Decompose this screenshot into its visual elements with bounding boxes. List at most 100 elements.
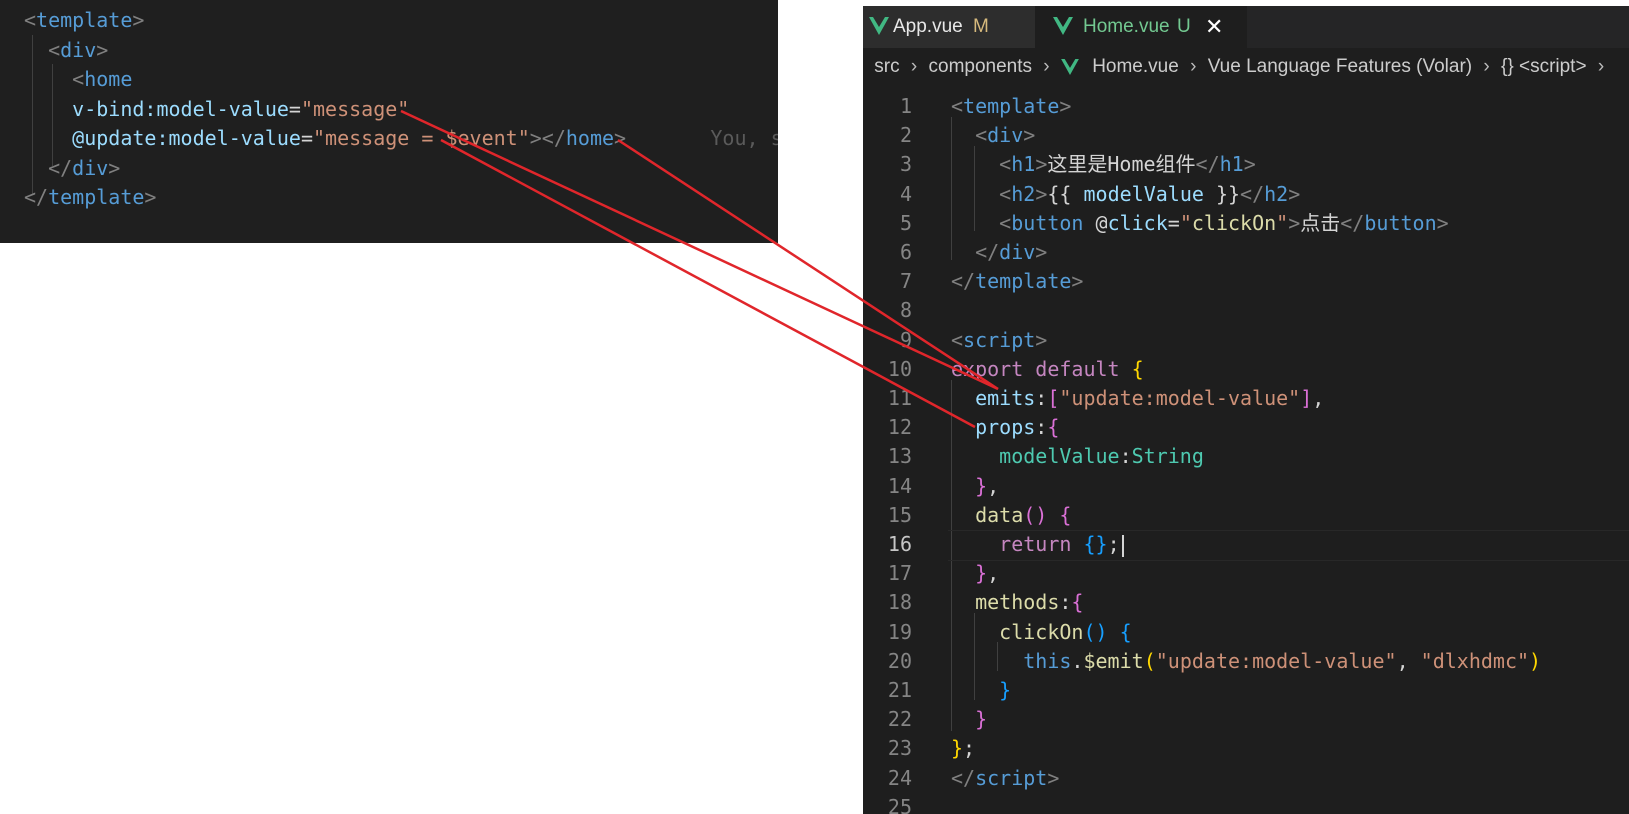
- line-content: export default {: [951, 355, 1144, 384]
- code-token: }}: [1203, 181, 1241, 206]
- code-line[interactable]: 15 data() {: [863, 501, 1629, 530]
- code-token: ": [1276, 210, 1289, 235]
- code-line[interactable]: 7 </template>: [863, 267, 1629, 296]
- line-number: 2: [899, 123, 912, 148]
- code-token: <: [951, 123, 988, 148]
- code-token: {: [1059, 502, 1072, 527]
- code-token: <: [951, 327, 964, 352]
- code-line[interactable]: 19 clickOn() {: [863, 618, 1629, 647]
- code-token: {: [1047, 415, 1060, 440]
- code-token: return: [951, 532, 1072, 556]
- code-line: </template>: [24, 182, 156, 212]
- code-token: (): [1023, 502, 1048, 527]
- code-token: String: [1131, 444, 1204, 469]
- close-icon[interactable]: ✕: [1205, 6, 1223, 48]
- tab-home-vue[interactable]: Home.vue U ✕: [1035, 6, 1247, 48]
- code-line[interactable]: 10 export default {: [863, 355, 1629, 384]
- code-token: >: [614, 126, 627, 150]
- code-token: {: [1119, 619, 1132, 644]
- tab-label: Home.vue: [1083, 16, 1170, 37]
- line-number: 14: [887, 473, 912, 498]
- code-line[interactable]: 3 <h1>这里是Home组件</h1>: [863, 150, 1629, 179]
- code-line[interactable]: 5 <button @click="clickOn">点击</button>: [863, 209, 1629, 238]
- chevron-right-icon: ›: [910, 56, 918, 77]
- breadcrumb-item-script[interactable]: {} <script>: [1501, 48, 1587, 86]
- breadcrumb-item-language[interactable]: Vue Language Features (Volar): [1208, 48, 1472, 86]
- chevron-right-icon: ›: [1597, 56, 1605, 77]
- code-token: "update:model-value": [1059, 386, 1301, 410]
- code-line[interactable]: 4 <h2>{{ modelValue }}</h2>: [863, 180, 1629, 209]
- code-line[interactable]: 23};: [863, 734, 1629, 763]
- breadcrumb-item-components[interactable]: components: [929, 48, 1033, 86]
- code-token: {: [1071, 590, 1084, 615]
- line-content: </div>: [951, 238, 1047, 267]
- line-number: 10: [887, 356, 912, 381]
- code-line[interactable]: 25: [863, 793, 1629, 814]
- code-line[interactable]: 6 </div>: [863, 238, 1629, 267]
- line-content: </template>: [951, 267, 1083, 296]
- code-token: home: [565, 126, 615, 150]
- code-line[interactable]: 18 methods:{: [863, 588, 1629, 617]
- code-token: =: [300, 126, 313, 150]
- code-line[interactable]: 20 this.$emit("update:model-value", "dlx…: [863, 647, 1629, 676]
- line-number: 16: [887, 532, 912, 556]
- code-token: ,: [1312, 386, 1325, 410]
- code-token: <: [951, 181, 1012, 206]
- code-token: $emit: [1083, 648, 1144, 673]
- code-token: ]: [1300, 386, 1313, 410]
- code-token: {{: [1047, 181, 1084, 206]
- breadcrumb-item-src[interactable]: src: [874, 48, 899, 86]
- code-token: }: [951, 473, 988, 498]
- code-line[interactable]: 21 }: [863, 676, 1629, 705]
- code-token: :: [1119, 444, 1132, 469]
- code-line[interactable]: 1 <template>: [863, 92, 1629, 121]
- text-cursor: [1121, 534, 1124, 557]
- code-token: <: [951, 94, 964, 118]
- line-number: 1: [899, 94, 912, 118]
- code-line[interactable]: 2 <div>: [863, 121, 1629, 150]
- code-token: :: [1035, 415, 1048, 440]
- line-content: clickOn() {: [951, 618, 1132, 647]
- chevron-right-icon: ›: [1190, 56, 1197, 77]
- code-line[interactable]: 11 emits:["update:model-value"],: [863, 384, 1629, 413]
- untracked-badge: U: [1177, 16, 1191, 37]
- code-line[interactable]: 13 modelValue:String: [863, 442, 1629, 471]
- code-token: :: [1059, 590, 1072, 615]
- editor-window: App.vue M Home.vue U ✕ src › components …: [863, 6, 1629, 814]
- tab-bar: App.vue M Home.vue U ✕: [863, 6, 1629, 48]
- code-line: @update:model-value="message = $event"><…: [24, 123, 778, 153]
- line-number: 24: [887, 765, 912, 790]
- code-line[interactable]: 24 </script>: [863, 764, 1629, 793]
- code-token: (): [1083, 619, 1108, 644]
- code-line[interactable]: 16 return {};: [863, 530, 1629, 561]
- code-line[interactable]: 14 },: [863, 472, 1629, 501]
- code-token: export: [951, 356, 1024, 381]
- code-line: <div>: [24, 35, 108, 65]
- code-token: >: [1035, 240, 1048, 264]
- code-line[interactable]: 17 },: [863, 559, 1629, 588]
- code-token: props: [951, 415, 1036, 440]
- code-token: clickOn: [951, 619, 1084, 644]
- line-content: <button @click="clickOn">点击</button>: [951, 209, 1449, 238]
- line-number: 6: [899, 240, 912, 264]
- code-token: </: [24, 155, 73, 180]
- code-token: <: [24, 8, 37, 32]
- code-token: default: [1035, 356, 1120, 381]
- line-number: 15: [887, 502, 912, 527]
- code-line[interactable]: 9 <script>: [863, 326, 1629, 355]
- line-content: modelValue:String: [951, 442, 1204, 471]
- code-token: >: [108, 155, 121, 180]
- code-token: >: [1023, 123, 1036, 148]
- code-token: </: [951, 240, 1000, 264]
- code-token: @: [1083, 210, 1108, 235]
- vue-logo-icon: [1053, 17, 1073, 35]
- code-line[interactable]: 12 props:{: [863, 413, 1629, 442]
- code-token: methods: [951, 590, 1060, 615]
- code-token: h2: [1264, 181, 1289, 206]
- code-line[interactable]: 8: [863, 296, 1629, 325]
- breadcrumb-item-file[interactable]: Home.vue: [1092, 48, 1179, 86]
- code-line[interactable]: 22 }: [863, 705, 1629, 734]
- code-token: home: [84, 67, 133, 91]
- line-content: <h2>{{ modelValue }}</h2>: [951, 180, 1300, 209]
- tab-app-vue[interactable]: App.vue M: [863, 6, 1035, 48]
